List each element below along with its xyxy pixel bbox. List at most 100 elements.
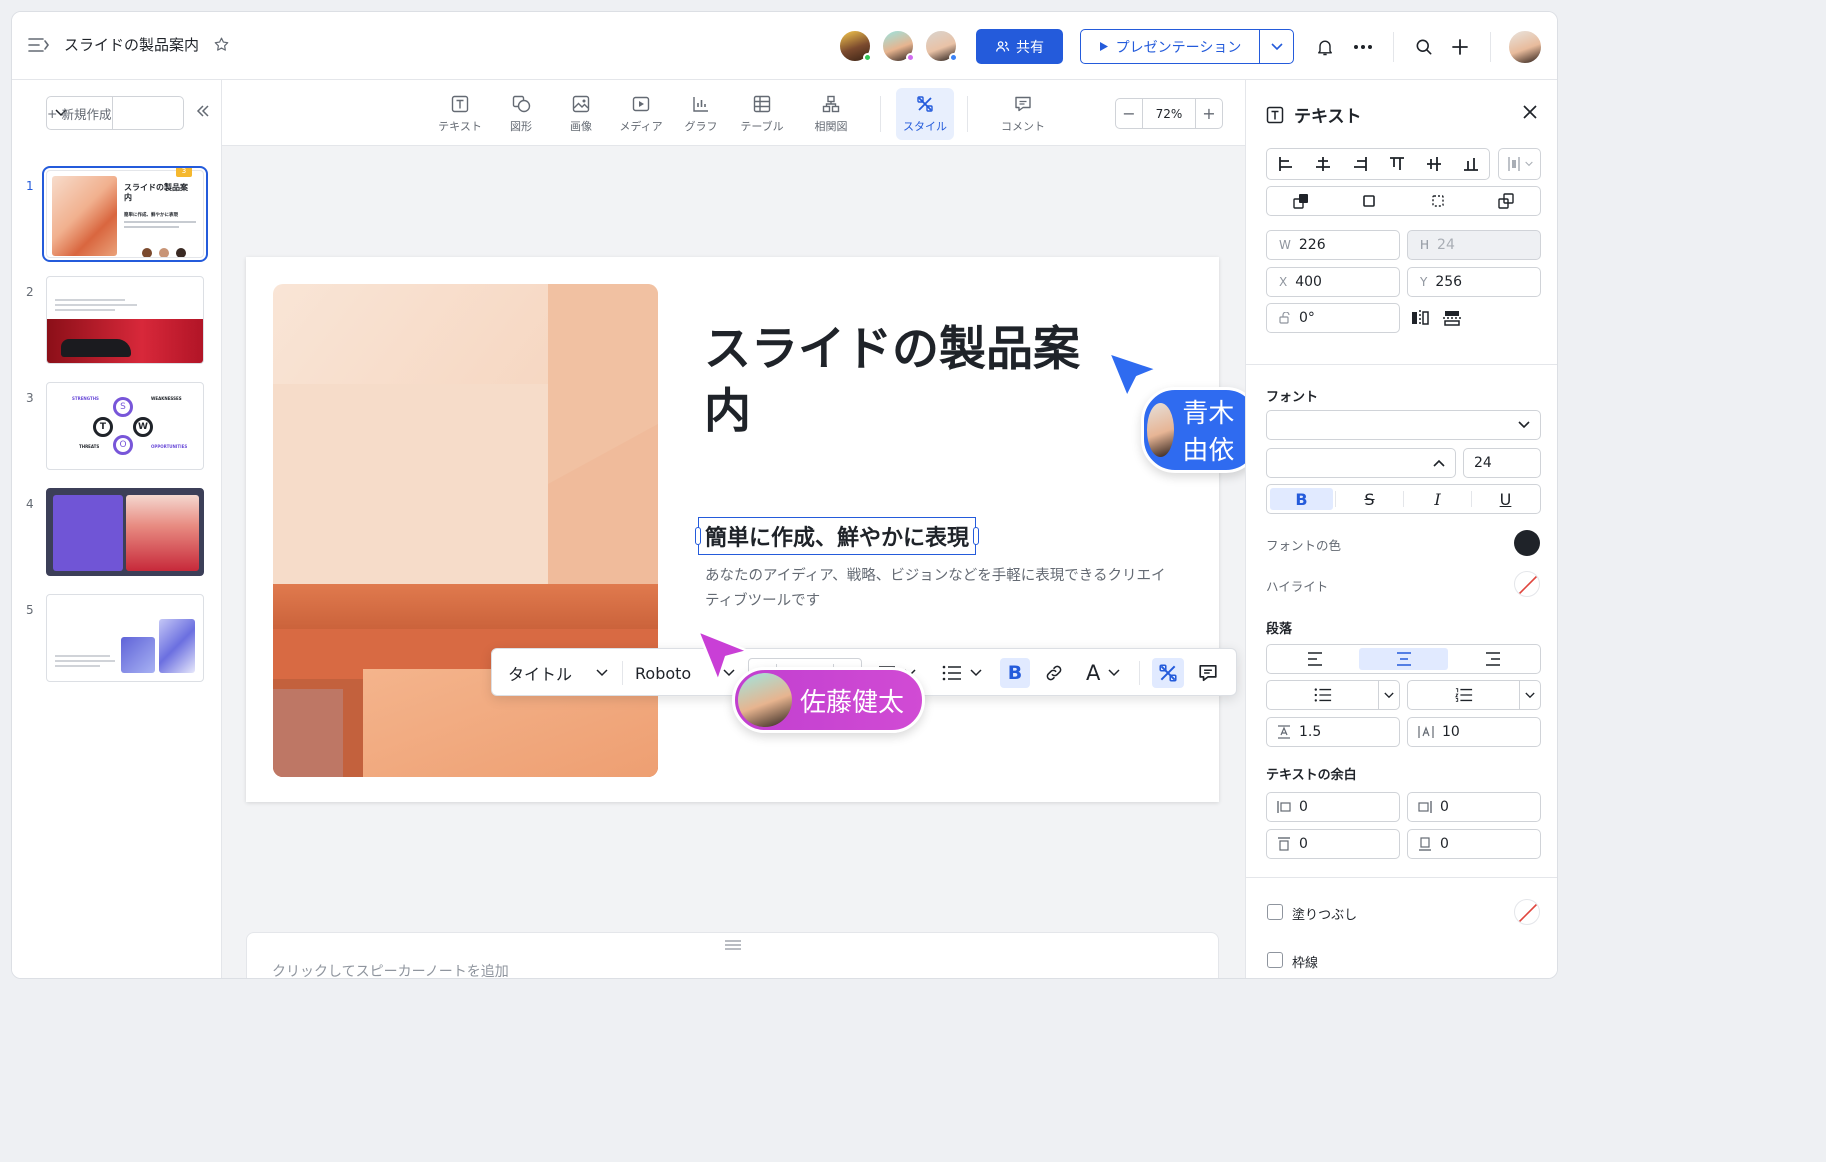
list-dropdown[interactable] bbox=[942, 649, 982, 697]
align-top-edge-icon[interactable] bbox=[1389, 156, 1405, 172]
tool-diagram[interactable]: 相関図 bbox=[802, 88, 860, 140]
flip-vertical-icon[interactable] bbox=[1443, 310, 1461, 326]
underline-button[interactable]: U bbox=[1474, 490, 1537, 509]
speaker-notes[interactable]: クリックしてスピーカーノートを追加 bbox=[246, 932, 1219, 978]
zoom-level[interactable]: 72% bbox=[1142, 99, 1196, 128]
align-right-edge-icon[interactable] bbox=[1352, 156, 1368, 172]
tool-label: テーブル bbox=[740, 119, 784, 133]
zoom-out-button[interactable]: − bbox=[1116, 104, 1142, 123]
bell-icon[interactable] bbox=[1314, 36, 1336, 58]
present-button[interactable]: プレゼンテーション bbox=[1080, 29, 1294, 64]
new-slide-button[interactable]: + 新規作成 bbox=[46, 96, 184, 130]
align-center-button[interactable] bbox=[1359, 648, 1448, 670]
drag-handle-icon[interactable] bbox=[724, 940, 742, 950]
collaborator-avatar[interactable] bbox=[924, 29, 958, 63]
more-icon[interactable] bbox=[1352, 36, 1374, 58]
document-title[interactable]: スライドの製品案内 bbox=[64, 34, 199, 55]
y-value: 256 bbox=[1435, 274, 1463, 290]
share-button[interactable]: 共有 bbox=[976, 29, 1063, 64]
fill-color-swatch[interactable] bbox=[1514, 899, 1540, 925]
align-bottom-edge-icon[interactable] bbox=[1463, 156, 1479, 172]
tool-table[interactable]: テーブル bbox=[733, 88, 791, 140]
y-field[interactable]: Y 256 bbox=[1407, 267, 1541, 297]
margin-left-field[interactable]: 0 bbox=[1266, 792, 1400, 822]
collaborator-avatar[interactable] bbox=[881, 29, 915, 63]
bold-button[interactable]: B bbox=[1270, 488, 1333, 510]
resize-handle-right[interactable] bbox=[973, 527, 980, 545]
strikethrough-button[interactable]: S bbox=[1338, 490, 1401, 509]
x-field[interactable]: X 400 bbox=[1266, 267, 1400, 297]
numbered-list-select[interactable] bbox=[1407, 680, 1541, 710]
slide-thumbnail-5[interactable] bbox=[46, 594, 204, 682]
font-color-dropdown[interactable]: A bbox=[1086, 649, 1120, 697]
margin-top-field[interactable]: 0 bbox=[1266, 829, 1400, 859]
tool-media[interactable]: メディア bbox=[612, 88, 670, 140]
font-size-field[interactable]: 24 bbox=[1463, 448, 1541, 478]
present-options-dropdown[interactable] bbox=[1260, 30, 1293, 63]
font-color-icon: A bbox=[1086, 661, 1101, 685]
slide-image[interactable] bbox=[273, 284, 658, 777]
tool-comment[interactable]: コメント bbox=[983, 88, 1063, 140]
margin-right-field[interactable]: 0 bbox=[1407, 792, 1541, 822]
star-icon[interactable] bbox=[213, 36, 230, 53]
sidebar-toggle-icon[interactable] bbox=[28, 36, 50, 54]
bold-button[interactable]: B bbox=[1000, 658, 1030, 688]
slide-body-text[interactable]: あなたのアイディア、戦略、ビジョンなどを手軽に表現できるクリエイティブツールです bbox=[705, 564, 1175, 614]
font-family-select[interactable] bbox=[1266, 410, 1541, 440]
send-backward-icon[interactable] bbox=[1430, 193, 1446, 209]
border-checkbox[interactable] bbox=[1267, 952, 1283, 968]
italic-button[interactable]: I bbox=[1406, 490, 1469, 509]
collapse-panel-icon[interactable] bbox=[196, 104, 210, 118]
tool-text[interactable]: テキスト bbox=[431, 88, 489, 140]
slide-subtitle-selected[interactable]: 簡単に作成、鮮やかに表現 bbox=[695, 517, 980, 555]
tool-style[interactable]: スタイル bbox=[896, 88, 954, 140]
fill-checkbox[interactable] bbox=[1267, 904, 1283, 920]
plus-icon[interactable] bbox=[1449, 36, 1471, 58]
line-height-icon bbox=[1278, 725, 1290, 739]
user-avatar[interactable] bbox=[1507, 29, 1543, 65]
zoom-in-button[interactable]: + bbox=[1196, 104, 1222, 123]
link-icon[interactable] bbox=[1044, 649, 1064, 697]
font-weight-select[interactable] bbox=[1266, 448, 1456, 478]
slide-canvas[interactable]: スライドの製品案内 簡単に作成、鮮やかに表現 あなたのアイディア、戦略、ビジョン… bbox=[246, 257, 1261, 802]
align-right-button[interactable] bbox=[1448, 652, 1537, 666]
comment-icon[interactable] bbox=[1198, 649, 1218, 697]
line-height-field[interactable]: 1.5 bbox=[1266, 717, 1400, 747]
highlight-swatch[interactable] bbox=[1514, 571, 1540, 597]
tool-shape[interactable]: 図形 bbox=[492, 88, 550, 140]
text-style-dropdown[interactable]: タイトル bbox=[508, 649, 608, 697]
font-color-swatch[interactable] bbox=[1514, 530, 1540, 556]
editor-canvas: テキスト 図形 画像 メディア グラフ テーブル 相関図 スタイル コメント −… bbox=[222, 80, 1261, 978]
slide-thumbnail-2[interactable] bbox=[46, 276, 204, 364]
align-center-v-icon[interactable] bbox=[1426, 156, 1442, 172]
letter-spacing-field[interactable]: 10 bbox=[1407, 717, 1541, 747]
slide-thumbnail-1[interactable]: スライドの製品案内 簡単に作成、鮮やかに表現 3 bbox=[42, 166, 208, 262]
style-icon[interactable] bbox=[1152, 658, 1184, 688]
tool-image[interactable]: 画像 bbox=[552, 88, 610, 140]
margin-left-value: 0 bbox=[1299, 799, 1308, 815]
text-margin-label: テキストの余白 bbox=[1266, 768, 1357, 783]
distribute-dropdown[interactable] bbox=[1498, 148, 1541, 180]
width-field[interactable]: W 226 bbox=[1266, 230, 1400, 260]
slide-thumbnail-4[interactable] bbox=[46, 488, 204, 576]
align-left-edge-icon[interactable] bbox=[1278, 156, 1294, 172]
resize-handle-left[interactable] bbox=[695, 527, 701, 545]
bring-forward-icon[interactable] bbox=[1361, 193, 1377, 209]
tool-chart[interactable]: グラフ bbox=[672, 88, 730, 140]
search-icon[interactable] bbox=[1413, 36, 1435, 58]
send-to-back-icon[interactable] bbox=[1498, 193, 1514, 209]
present-label: プレゼンテーション bbox=[1115, 39, 1242, 56]
flip-horizontal-icon[interactable] bbox=[1411, 310, 1429, 326]
slide-thumbnail-3[interactable]: STRENGTHS WEAKNESSES THREATS OPPORTUNITI… bbox=[46, 382, 204, 470]
tool-label: メディア bbox=[619, 119, 663, 133]
align-left-button[interactable] bbox=[1270, 652, 1359, 666]
swot-t: T bbox=[93, 417, 113, 437]
align-center-h-icon[interactable] bbox=[1315, 156, 1331, 172]
bring-to-front-icon[interactable] bbox=[1293, 193, 1309, 209]
collaborator-avatar[interactable] bbox=[838, 29, 872, 63]
close-icon[interactable] bbox=[1522, 104, 1538, 120]
margin-bottom-field[interactable]: 0 bbox=[1407, 829, 1541, 859]
bullet-list-select[interactable] bbox=[1266, 680, 1400, 710]
rotation-field[interactable]: 0° bbox=[1266, 303, 1400, 333]
slide-title[interactable]: スライドの製品案内 bbox=[704, 319, 1104, 443]
